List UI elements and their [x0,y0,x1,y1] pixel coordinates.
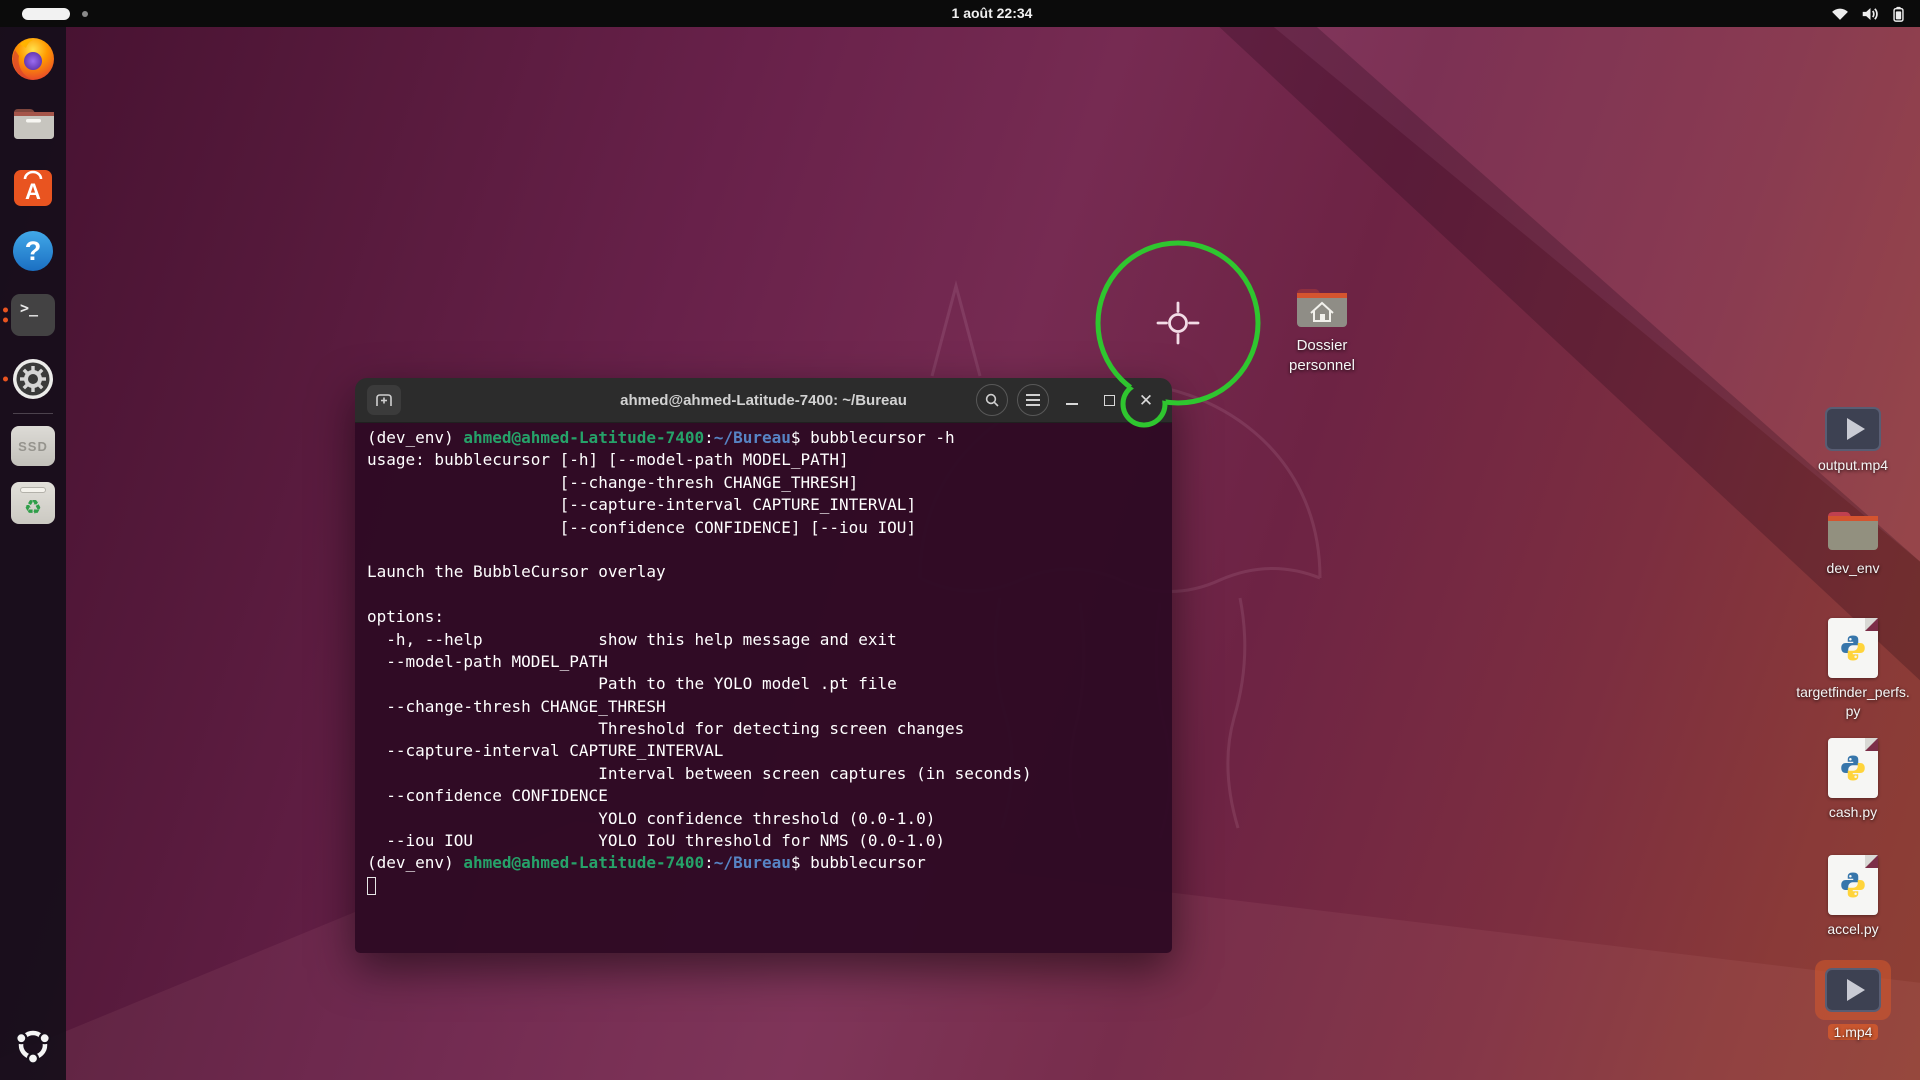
terminal-line: --iou IOU YOLO IoU threshold for NMS (0.… [367,830,1172,852]
wifi-icon [1830,6,1850,22]
top-bar: 1 août 22:34 [0,0,1920,27]
dock-item-settings[interactable] [0,347,66,411]
trash-icon: ♻ [11,482,55,524]
maximize-button[interactable] [1095,386,1123,414]
desktop-icon-label: dev_env [1827,559,1880,578]
volume-icon [1861,6,1880,22]
terminal-line [367,539,1172,561]
video-file-icon [1825,407,1881,451]
python-file-icon [1828,738,1878,798]
terminal-output[interactable]: (dev_env) ahmed@ahmed-Latitude-7400:~/Bu… [355,423,1172,953]
terminal-line: Launch the BubbleCursor overlay [367,561,1172,583]
hamburger-icon [1026,394,1040,406]
maximize-icon [1104,395,1115,406]
terminal-line: --confidence CONFIDENCE [367,785,1172,807]
minimize-button[interactable] [1058,386,1086,414]
desktop-icon-label: targetfinder_perfs.py [1793,683,1913,721]
firefox-icon [10,36,56,82]
desktop-icon-label: Dossier personnel [1262,336,1382,377]
terminal-line [367,875,1172,897]
terminal-line: --change-thresh CHANGE_THRESH [367,696,1172,718]
terminal-line: options: [367,606,1172,628]
terminal-line: Interval between screen captures (in sec… [367,763,1172,785]
window-title: ahmed@ahmed-Latitude-7400: ~/Bureau [620,392,907,409]
dock-separator [13,413,53,414]
new-tab-icon [374,391,394,409]
running-indicator [3,308,8,323]
workspace-dot[interactable] [82,11,88,17]
desktop-icon-cash-py[interactable]: cash.py [1793,738,1913,822]
terminal-line: (dev_env) ahmed@ahmed-Latitude-7400:~/Bu… [367,427,1172,449]
search-button[interactable] [976,384,1008,416]
dock-item-software[interactable]: A [0,155,66,219]
terminal-icon: >_ [11,294,55,336]
ubuntu-logo-icon [11,1023,55,1067]
search-icon [984,392,1000,408]
desktop-icon-label: cash.py [1829,803,1877,822]
dock: A ? >_ [0,27,66,1080]
terminal-line [367,584,1172,606]
desktop-icon-targetfinder-perfs-py[interactable]: targetfinder_perfs.py [1793,618,1913,721]
clock[interactable]: 1 août 22:34 [952,0,1033,27]
settings-gear-icon [10,356,56,402]
close-icon: ✕ [1139,392,1153,409]
terminal-titlebar[interactable]: ahmed@ahmed-Latitude-7400: ~/Bureau ✕ [355,378,1172,423]
python-file-icon [1828,618,1878,678]
desktop-icon-output-mp4[interactable]: output.mp4 [1793,407,1913,475]
battery-icon [1891,6,1906,22]
system-status-area[interactable] [1830,0,1906,27]
svg-text:A: A [25,179,41,204]
dock-item-show-apps[interactable] [0,1010,66,1080]
selection-highlight [1815,960,1891,1020]
terminal-line: [--change-thresh CHANGE_THRESH] [367,472,1172,494]
terminal-cursor [367,877,376,895]
ssd-drive-icon: SSD [11,426,55,466]
desktop-icon-label: accel.py [1827,920,1878,939]
terminal-line: (dev_env) ahmed@ahmed-Latitude-7400:~/Bu… [367,852,1172,874]
desktop-icon-label: 1.mp4 [1828,1023,1879,1042]
menu-button[interactable] [1017,384,1049,416]
folder-icon [1824,506,1882,554]
terminal-line: [--confidence CONFIDENCE] [--iou IOU] [367,517,1172,539]
software-store-icon: A [10,164,56,210]
terminal-line: -h, --help show this help message and ex… [367,629,1172,651]
activities-indicator[interactable] [22,8,70,20]
svg-text:?: ? [25,236,42,266]
terminal-line: Path to the YOLO model .pt file [367,673,1172,695]
desktop-icon-dev-env[interactable]: dev_env [1793,506,1913,578]
terminal-line: [--capture-interval CAPTURE_INTERVAL] [367,494,1172,516]
desktop-icon-accel-py[interactable]: accel.py [1793,855,1913,939]
dock-item-terminal[interactable]: >_ [0,283,66,347]
home-folder-icon [1293,283,1351,331]
terminal-line: Threshold for detecting screen changes [367,718,1172,740]
terminal-window: ahmed@ahmed-Latitude-7400: ~/Bureau ✕ (d… [355,378,1172,953]
close-button[interactable]: ✕ [1132,386,1160,414]
minimize-icon [1066,403,1078,405]
dock-item-files[interactable] [0,91,66,155]
desktop-icon-label: output.mp4 [1818,456,1888,475]
new-tab-button[interactable] [367,385,401,415]
terminal-line: --capture-interval CAPTURE_INTERVAL [367,740,1172,762]
files-icon [10,103,56,143]
terminal-line: --model-path MODEL_PATH [367,651,1172,673]
dock-item-help[interactable]: ? [0,219,66,283]
dock-item-ssd-drive[interactable]: SSD [0,418,66,474]
video-file-icon [1825,968,1881,1012]
terminal-line: usage: bubblecursor [-h] [--model-path M… [367,449,1172,471]
terminal-line: YOLO confidence threshold (0.0-1.0) [367,808,1172,830]
dock-item-trash[interactable]: ♻ [0,474,66,532]
help-icon: ? [10,228,56,274]
desktop-screen: 1 août 22:34 [0,0,1920,1080]
dock-item-firefox[interactable] [0,27,66,91]
python-file-icon [1828,855,1878,915]
desktop-icon-1-mp4[interactable]: 1.mp4 [1793,960,1913,1042]
running-indicator [3,377,8,382]
desktop-icon-home-folder[interactable]: Dossier personnel [1262,283,1382,377]
